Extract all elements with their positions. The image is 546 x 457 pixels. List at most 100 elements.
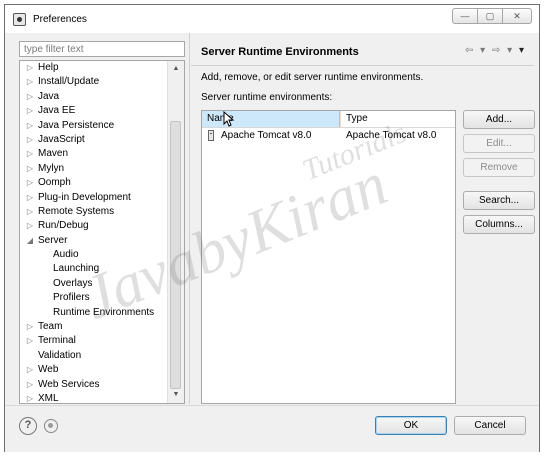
back-arrow-icon[interactable]: ⇦ <box>465 45 475 56</box>
tree-item-label: Oomph <box>38 177 71 189</box>
tree-item-web-services[interactable]: ▷ Web Services <box>20 378 170 392</box>
tree-item-validation[interactable]: Validation <box>20 349 170 363</box>
row-type-cell: Apache Tomcat v8.0 <box>346 130 437 141</box>
tree-item-label: Team <box>38 321 63 333</box>
minimize-button[interactable]: — <box>452 8 478 24</box>
add-button[interactable]: Add... <box>463 110 535 129</box>
expand-arrow-icon[interactable]: ▷ <box>25 104 35 118</box>
expand-arrow-icon[interactable]: ▷ <box>25 320 35 334</box>
tree-item-profilers[interactable]: Profilers <box>20 291 170 305</box>
runtime-list-label: Server runtime environments: <box>201 92 333 103</box>
expand-arrow-icon[interactable]: ▷ <box>25 378 35 392</box>
row-name-cell: Apache Tomcat v8.0 <box>221 130 312 141</box>
expand-arrow-icon[interactable]: ▷ <box>25 162 35 176</box>
forward-menu-icon[interactable]: ▾ <box>507 45 514 56</box>
maximize-button[interactable]: ▢ <box>477 8 503 24</box>
tree-item-java-ee[interactable]: ▷ Java EE <box>20 104 170 118</box>
back-menu-icon[interactable]: ▾ <box>480 45 487 56</box>
title-bar[interactable]: Preferences — ▢ ✕ <box>5 5 539 33</box>
dialog-content: ▷Help ▷Install/Update ▷Java ▷Java EE ▷Ja… <box>10 33 535 404</box>
tree-item-xml[interactable]: ▷ XML <box>20 392 170 404</box>
expand-arrow-icon[interactable]: ▷ <box>25 119 35 133</box>
tree-item-maven[interactable]: ▷ Maven <box>20 147 170 161</box>
tree-item-label: Audio <box>53 249 79 261</box>
ok-button[interactable]: OK <box>375 416 447 435</box>
tree-item-run-debug[interactable]: ▷ Run/Debug <box>20 219 170 233</box>
tree-item-label: Launching <box>53 263 100 275</box>
runtime-table[interactable]: Name Type Apache Tomcat v8.0 Apache Tomc… <box>201 110 456 404</box>
tree-item-plug-in-development[interactable]: ▷ Plug-in Development <box>20 191 170 205</box>
tree-item-remote-systems[interactable]: ▷ Remote Systems <box>20 205 170 219</box>
tree-item-label: JavaScript <box>38 133 85 145</box>
expand-arrow-icon[interactable]: ▷ <box>25 392 35 403</box>
table-row[interactable]: Apache Tomcat v8.0 Apache Tomcat v8.0 <box>202 129 455 143</box>
tree-list: ▷ Help ▷ Install/Update ▷ Java ▷ Java EE ▷ Ja… <box>20 61 170 404</box>
page-nav: ⇦ ▾ ⇨ ▾ ▾ <box>465 45 526 56</box>
scrollbar-thumb[interactable] <box>170 121 181 389</box>
splitter[interactable] <box>189 33 190 404</box>
expand-arrow-icon[interactable]: ▷ <box>25 133 35 147</box>
tree-item-label: Profilers <box>53 292 90 304</box>
tree-item-label: Web Services <box>38 378 100 390</box>
tree-item-label: Java <box>38 90 60 102</box>
search-button[interactable]: Search... <box>463 191 535 210</box>
server-runtime-icon <box>208 130 214 141</box>
tree-item-label: Server <box>38 234 68 246</box>
tree-item-label: Validation <box>38 349 82 361</box>
tree-item-oomph[interactable]: ▷ Oomph <box>20 176 170 190</box>
tree-item-java-persistence[interactable]: ▷ Java Persistence <box>20 119 170 133</box>
tree-item-label: XML <box>38 392 59 404</box>
scroll-down-icon[interactable]: ▼ <box>168 387 184 403</box>
tree-item-audio[interactable]: Audio <box>20 248 170 262</box>
forward-arrow-icon[interactable]: ⇨ <box>492 45 502 56</box>
tree-item-label: Mylyn <box>38 162 65 174</box>
edit-button[interactable]: Edit... <box>463 134 535 153</box>
tree-item-label: Run/Debug <box>38 220 89 232</box>
import-export-icon[interactable] <box>44 419 58 433</box>
page-description: Add, remove, or edit server runtime envi… <box>201 72 424 83</box>
expand-arrow-icon[interactable]: ▷ <box>25 75 35 89</box>
tree-item-server[interactable]: ◢ Server <box>20 234 170 248</box>
close-button[interactable]: ✕ <box>502 8 532 24</box>
tree-item-install-update[interactable]: ▷ Install/Update <box>20 75 170 89</box>
tree-item-label: Terminal <box>38 335 76 347</box>
view-menu-icon[interactable]: ▾ <box>519 45 526 56</box>
button-bar: ? OK Cancel <box>5 405 539 452</box>
tree-item-label: Web <box>38 364 59 376</box>
columns-button[interactable]: Columns... <box>463 215 535 234</box>
expand-arrow-icon[interactable]: ▷ <box>25 147 35 161</box>
expand-arrow-icon[interactable]: ▷ <box>25 61 35 75</box>
expand-arrow-icon[interactable]: ▷ <box>25 90 35 104</box>
expand-arrow-icon[interactable]: ▷ <box>25 176 35 190</box>
column-header-type[interactable]: Type <box>340 111 455 127</box>
tree-item-mylyn[interactable]: ▷ Mylyn <box>20 162 170 176</box>
page-title: Server Runtime Environments <box>201 46 359 58</box>
remove-button[interactable]: Remove <box>463 158 535 177</box>
expand-arrow-icon[interactable]: ▷ <box>25 334 35 348</box>
help-icon[interactable]: ? <box>19 417 37 435</box>
collapse-arrow-icon[interactable]: ◢ <box>25 234 35 248</box>
eclipse-app-icon <box>13 13 26 26</box>
expand-arrow-icon[interactable]: ▷ <box>25 205 35 219</box>
tree-item-java[interactable]: ▷ Java <box>20 90 170 104</box>
tree-item-web[interactable]: ▷ Web <box>20 363 170 377</box>
tree-item-label: Install/Update <box>38 76 100 88</box>
tree-item-launching[interactable]: Launching <box>20 262 170 276</box>
cancel-button[interactable]: Cancel <box>454 416 526 435</box>
expand-arrow-icon[interactable]: ▷ <box>25 191 35 205</box>
tree-item-label: Help <box>38 62 59 73</box>
tree-item-label: Runtime Environments <box>53 306 155 318</box>
tree-item-overlays[interactable]: Overlays <box>20 277 170 291</box>
scroll-up-icon[interactable]: ▲ <box>168 61 184 77</box>
tree-item-terminal[interactable]: ▷ Terminal <box>20 334 170 348</box>
tree-item-runtime-environments[interactable]: Runtime Environments <box>20 306 170 320</box>
tree-item-label: Java Persistence <box>38 119 115 131</box>
tree-item-team[interactable]: ▷ Team <box>20 320 170 334</box>
preferences-dialog: Preferences — ▢ ✕ ▷Help ▷Install/Update … <box>4 4 540 452</box>
filter-input[interactable] <box>19 41 185 57</box>
expand-arrow-icon[interactable]: ▷ <box>25 363 35 377</box>
tree-item-help[interactable]: ▷ Help <box>20 61 170 75</box>
tree-scrollbar[interactable]: ▲ ▼ <box>167 61 184 403</box>
expand-arrow-icon[interactable]: ▷ <box>25 219 35 233</box>
tree-item-javascript[interactable]: ▷ JavaScript <box>20 133 170 147</box>
